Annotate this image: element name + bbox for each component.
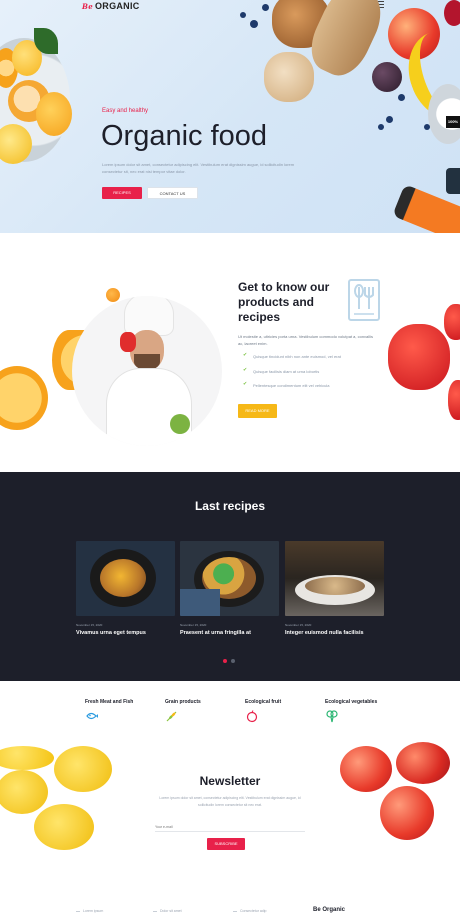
recipe-title[interactable]: Vivamus urna eget tempus (76, 630, 175, 636)
recipe-image[interactable] (76, 541, 175, 616)
list-item: ✔ Quisque tincidunt nibh non ante euismod… (243, 352, 341, 360)
pepper-image (444, 304, 460, 340)
category-ecological-vegetables[interactable]: Ecological vegetables (325, 699, 405, 728)
recipe-date: November 15, 2020 (180, 623, 207, 627)
hero-title: Organic food (101, 120, 268, 152)
read-more-button[interactable]: READ MORE (238, 404, 277, 418)
recipes-section: Last recipes November 15, 2020 Vivamus u… (0, 472, 460, 681)
pepper-image (448, 380, 460, 420)
orange-image (36, 92, 72, 136)
list-item: ✔ Pellentesque condimentum elit vel vehic… (243, 381, 330, 389)
bottle-cap-image (446, 168, 460, 194)
hero-badge: 100% (446, 116, 460, 128)
plum-image (372, 62, 402, 92)
carousel-pagination (223, 650, 239, 668)
apple-icon (246, 710, 258, 723)
fish-icon (86, 712, 98, 720)
site-logo[interactable]: Be ORGANIC (82, 1, 140, 11)
recipe-book-icon (348, 279, 380, 321)
newsletter-description: Lorem ipsum dolor sit amet, consectetur … (159, 796, 301, 807)
category-grain-products[interactable]: Grain products (165, 699, 245, 728)
recipe-date: November 15, 2020 (76, 623, 103, 627)
blueberry-image (378, 124, 384, 130)
carousel-dot[interactable] (231, 659, 235, 663)
about-feature-list: ✔ Quisque tincidunt nibh non ante euismod… (243, 352, 363, 398)
blueberry-image (262, 4, 269, 11)
recipe-card[interactable]: November 15, 2020 Integer euismod nulla … (285, 541, 384, 636)
blueberry-image (250, 20, 258, 28)
pepper-image (388, 324, 450, 390)
footer-link[interactable]: Lorem ipsum (76, 909, 103, 913)
lemon-image (0, 746, 54, 770)
recipe-card[interactable]: November 15, 2020 Vivamus urna eget temp… (76, 541, 175, 636)
check-icon: ✔ (243, 366, 248, 373)
contact-us-button[interactable]: CONTACT US (147, 187, 198, 199)
bun-image (264, 52, 314, 102)
recipes-title: Last recipes (194, 499, 266, 513)
hero-section: Be ORGANIC 100% Easy and healthy Organic … (0, 0, 460, 233)
about-title: Get to know our products and recipes (238, 280, 330, 324)
recipe-date: November 15, 2020 (285, 623, 312, 627)
list-item: ✔ Quisque facilisis diam at urna lobortis (243, 366, 320, 374)
blueberry-image (386, 116, 393, 123)
check-icon: ✔ (243, 381, 248, 387)
wheat-icon (166, 711, 177, 722)
hero-tagline: Easy and healthy (102, 108, 149, 114)
category-fresh-meat-fish[interactable]: Fresh Meat and Fish (85, 699, 165, 728)
apple-image (380, 786, 434, 840)
recipe-image[interactable] (285, 541, 384, 616)
carousel-dot-active[interactable] (223, 659, 227, 663)
recipe-card[interactable]: November 15, 2020 Praesent at urna fring… (180, 541, 279, 636)
chef-photo (72, 296, 222, 446)
email-input[interactable] (155, 822, 305, 832)
footer-link[interactable]: Consectetur adip (233, 909, 266, 913)
subscribe-button[interactable]: SUBSCRIBE (207, 838, 245, 850)
hero-description: Lorem ipsum dolor sit amet, consectetur … (102, 162, 295, 174)
recipe-title[interactable]: Praesent at urna fringilla at (180, 630, 279, 636)
footer-link[interactable]: Dolor sit amet (153, 909, 182, 913)
juice-bowl-image (428, 84, 460, 144)
category-ecological-fruit[interactable]: Ecological fruit (245, 699, 325, 728)
lemon-image (34, 804, 94, 850)
about-description: Ut molestie a, ultricies porta urna. Ves… (238, 334, 373, 346)
blueberry-image (424, 124, 430, 130)
recipes-button[interactable]: RECIPES (102, 187, 142, 199)
cherry-image (444, 0, 460, 26)
recipe-title[interactable]: Integer euismod nulla facilisis (285, 630, 384, 636)
orange-slice-image (0, 366, 48, 430)
blueberry-image (240, 12, 246, 18)
blueberry-image (398, 94, 405, 101)
orange-image (106, 288, 120, 302)
footer-brand: Be Organic (313, 907, 346, 913)
check-icon: ✔ (243, 352, 248, 358)
broccoli-icon (326, 710, 338, 723)
newsletter-title: Newsletter (199, 774, 261, 788)
recipe-image[interactable] (180, 541, 279, 616)
